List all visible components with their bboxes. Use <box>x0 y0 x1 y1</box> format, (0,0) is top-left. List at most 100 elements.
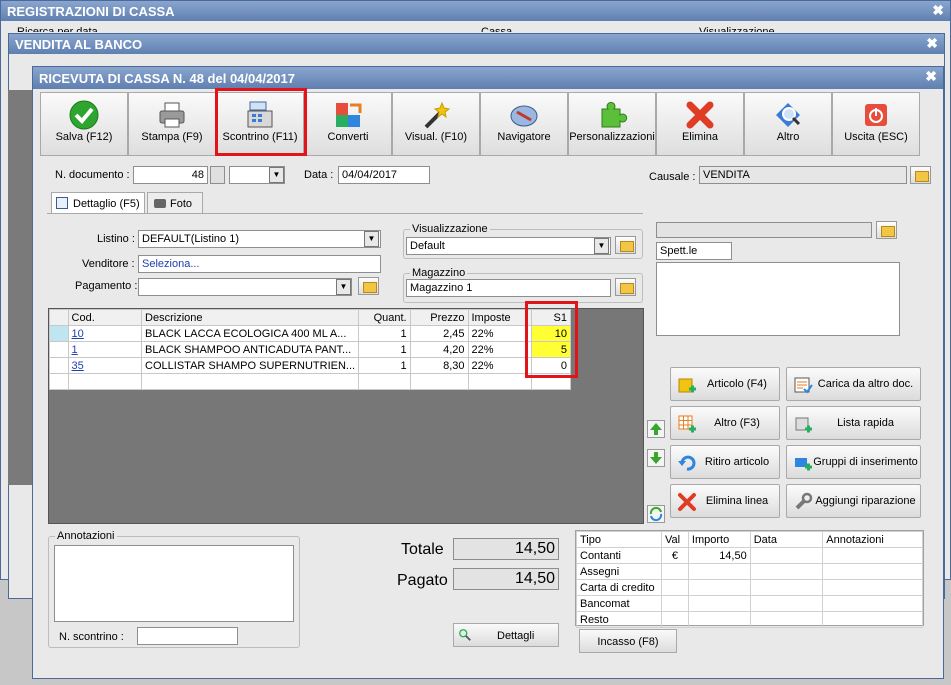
visual-button[interactable]: Visual. (F10) <box>392 92 480 156</box>
pay-val[interactable] <box>660 579 689 596</box>
pay-importo[interactable]: 14,50 <box>687 547 751 564</box>
personalizzazioni-button[interactable]: Personalizzazioni <box>568 92 656 156</box>
col-prezzo[interactable]: Prezzo <box>409 309 469 326</box>
cell-quant[interactable]: 1 <box>358 357 411 374</box>
cell-cod[interactable]: 10 <box>67 325 143 342</box>
uscita-button[interactable]: Uscita (ESC) <box>832 92 920 156</box>
pay-annotazioni[interactable] <box>822 547 923 564</box>
causale-folder-icon[interactable] <box>910 166 931 184</box>
magazzino-folder-icon[interactable] <box>615 278 636 296</box>
cell-imposte[interactable]: 22% <box>467 341 533 358</box>
vendita-close-icon[interactable]: ✖ <box>926 35 938 52</box>
annotazioni-area[interactable] <box>54 545 294 622</box>
pagamento-dropdown-icon[interactable]: ▼ <box>336 279 351 295</box>
payment-row[interactable]: Bancomat <box>576 595 923 612</box>
articolo-button[interactable]: Articolo (F4) <box>670 367 780 401</box>
col-quant[interactable]: Quant. <box>358 309 411 326</box>
causale-field[interactable]: VENDITA <box>699 166 907 184</box>
incasso-button[interactable]: Incasso (F8) <box>579 629 677 653</box>
table-row[interactable]: 35 COLLISTAR SHAMPO SUPERNUTRIEN... 1 8,… <box>49 357 571 374</box>
payment-row[interactable]: Resto <box>576 611 923 628</box>
cell-prezzo[interactable]: 2,45 <box>409 325 469 342</box>
stampa-button[interactable]: Stampa (F9) <box>128 92 216 156</box>
cell-prezzo[interactable]: 4,20 <box>409 341 469 358</box>
cell-quant[interactable]: 1 <box>358 325 411 342</box>
cell-quant[interactable]: 1 <box>358 341 411 358</box>
table-row[interactable]: 10 BLACK LACCA ECOLOGICA 400 ML A... 1 2… <box>49 325 571 342</box>
move-up-button[interactable] <box>647 420 665 438</box>
cliente-field[interactable] <box>656 222 872 238</box>
pay-data[interactable] <box>749 563 824 580</box>
pay-val[interactable] <box>660 595 689 612</box>
registrazioni-close-icon[interactable]: ✖ <box>932 2 944 19</box>
payment-row[interactable]: Assegni <box>576 563 923 580</box>
dettagli-button[interactable]: Dettagli <box>453 623 559 647</box>
refresh-button[interactable] <box>647 505 665 523</box>
navigatore-button[interactable]: Navigatore <box>480 92 568 156</box>
pay-annotazioni[interactable] <box>822 579 923 596</box>
table-row-empty[interactable] <box>49 373 571 390</box>
tab-foto[interactable]: Foto <box>147 192 203 213</box>
listino-select[interactable]: DEFAULT(Listino 1) <box>138 230 381 248</box>
pay-data[interactable] <box>749 595 824 612</box>
altro-f3-button[interactable]: Altro (F3) <box>670 406 780 440</box>
tab-dettaglio[interactable]: Dettaglio (F5) <box>51 192 145 214</box>
elimina-linea-button[interactable]: Elimina linea <box>670 484 780 518</box>
payment-row[interactable]: Contanti € 14,50 <box>576 547 923 564</box>
cell-imposte[interactable]: 22% <box>467 325 533 342</box>
window-close-icon[interactable]: ✖ <box>925 68 937 85</box>
gruppi-button[interactable]: Gruppi di inserimento <box>786 445 921 479</box>
col-cod[interactable]: Cod. <box>67 309 143 326</box>
salva-button[interactable]: Salva (F12) <box>40 92 128 156</box>
pay-importo[interactable] <box>687 563 751 580</box>
scontrino-num-field[interactable] <box>137 627 238 645</box>
pay-val[interactable] <box>660 611 689 628</box>
pay-val[interactable]: € <box>660 547 689 564</box>
cell-descrizione[interactable]: COLLISTAR SHAMPO SUPERNUTRIEN... <box>141 357 360 374</box>
pay-data[interactable] <box>749 611 824 628</box>
num-doc-field[interactable]: 48 <box>133 166 208 184</box>
pay-val[interactable] <box>660 563 689 580</box>
cell-empty[interactable] <box>358 373 411 390</box>
cell-empty[interactable] <box>409 373 469 390</box>
visualizzazione-select[interactable]: Default <box>406 237 611 255</box>
altro-button[interactable]: Altro <box>744 92 832 156</box>
col-imposte[interactable]: Imposte <box>467 309 533 326</box>
cell-empty[interactable] <box>141 373 360 390</box>
pagamento-select[interactable] <box>138 278 352 296</box>
cell-empty[interactable] <box>67 373 143 390</box>
cell-cod[interactable]: 35 <box>67 357 143 374</box>
pay-annotazioni[interactable] <box>822 595 923 612</box>
visualizzazione-folder-icon[interactable] <box>615 236 636 254</box>
pagamento-folder-icon[interactable] <box>358 277 379 295</box>
indirizzo-area[interactable] <box>656 262 900 336</box>
cell-prezzo[interactable]: 8,30 <box>409 357 469 374</box>
pay-importo[interactable] <box>687 595 751 612</box>
carica-doc-button[interactable]: Carica da altro doc. <box>786 367 921 401</box>
pay-annotazioni[interactable] <box>822 563 923 580</box>
suffix-dropdown-icon[interactable]: ▼ <box>269 167 284 183</box>
elimina-button[interactable]: Elimina <box>656 92 744 156</box>
converti-button[interactable]: Converti <box>304 92 392 156</box>
cell-imposte[interactable]: 22% <box>467 357 533 374</box>
pay-importo[interactable] <box>687 611 751 628</box>
riparazione-button[interactable]: Aggiungi riparazione <box>786 484 921 518</box>
payment-row[interactable]: Carta di credito <box>576 579 923 596</box>
venditore-field[interactable]: Seleziona... <box>138 255 381 273</box>
lista-rapida-button[interactable]: Lista rapida <box>786 406 921 440</box>
ritiro-button[interactable]: Ritiro articolo <box>670 445 780 479</box>
move-down-button[interactable] <box>647 449 665 467</box>
pay-importo[interactable] <box>687 579 751 596</box>
pay-data[interactable] <box>749 547 824 564</box>
cliente-folder-icon[interactable] <box>876 221 897 239</box>
cell-cod[interactable]: 1 <box>67 341 143 358</box>
magazzino-field[interactable]: Magazzino 1 <box>406 279 611 297</box>
num-doc-spin[interactable] <box>210 166 225 184</box>
pay-data[interactable] <box>749 579 824 596</box>
spett-field[interactable]: Spett.le <box>656 242 732 260</box>
cell-empty[interactable] <box>467 373 533 390</box>
table-row[interactable]: 1 BLACK SHAMPOO ANTICADUTA PANT... 1 4,2… <box>49 341 571 358</box>
cell-descrizione[interactable]: BLACK LACCA ECOLOGICA 400 ML A... <box>141 325 360 342</box>
pay-annotazioni[interactable] <box>822 611 923 628</box>
data-field[interactable]: 04/04/2017 <box>338 166 430 184</box>
